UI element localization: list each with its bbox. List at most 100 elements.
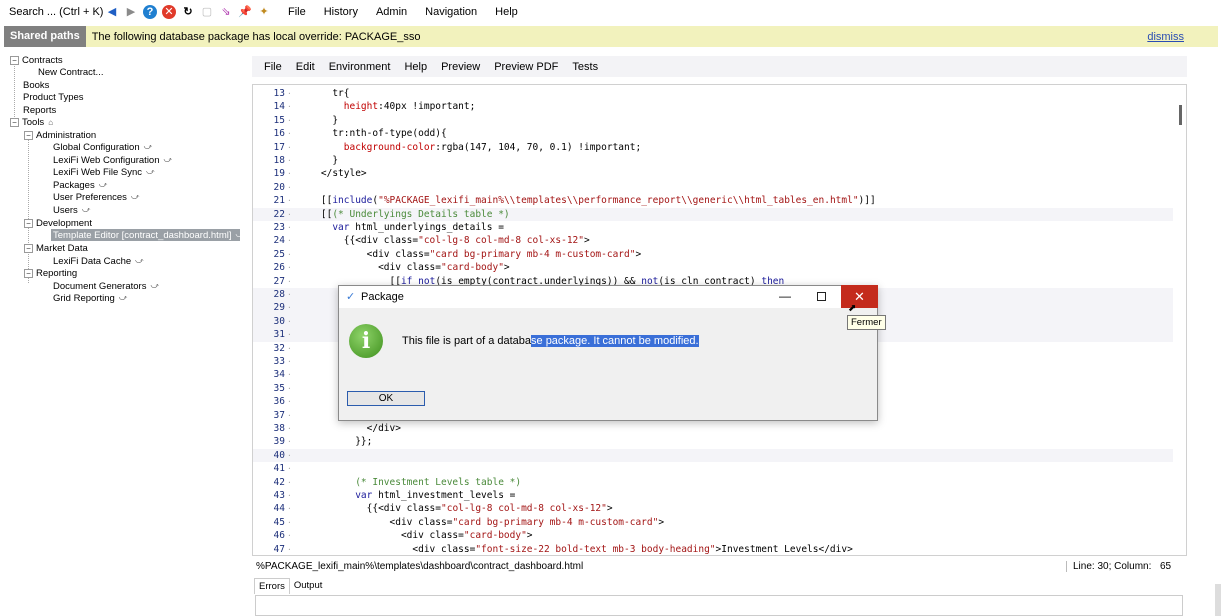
code-line[interactable]: 40 · xyxy=(253,448,1173,463)
code-line[interactable]: 22 · [[(* Underlyings Details table *) xyxy=(253,207,1173,221)
collapse-icon[interactable]: − xyxy=(24,130,33,140)
tree-document-generators[interactable]: Document Generators ⤻ xyxy=(53,280,159,292)
import-icon[interactable]: ⇘ xyxy=(219,5,233,19)
tree-books[interactable]: Books xyxy=(23,79,49,91)
pin-icon[interactable]: ⤻ xyxy=(99,180,108,190)
editor-menu-help[interactable]: Help xyxy=(404,61,427,73)
tree-reporting[interactable]: − Reporting xyxy=(24,267,77,279)
code-line[interactable]: 23 · var html_underlyings_details = xyxy=(253,221,1173,234)
pin-icon[interactable]: ⤻ xyxy=(235,230,244,240)
maximize-button[interactable] xyxy=(817,292,826,301)
code-line[interactable]: 15 · } xyxy=(253,114,1173,127)
tree-user-preferences[interactable]: User Preferences ⤻ xyxy=(53,191,139,203)
window-scrollbar[interactable] xyxy=(1215,584,1221,616)
ok-button[interactable]: OK xyxy=(347,391,425,406)
code-line[interactable]: 38 · </div> xyxy=(253,422,1173,435)
tree-users[interactable]: Users ⤻ xyxy=(53,204,90,216)
wand-icon[interactable]: ✦ xyxy=(257,5,271,19)
message-text: This file is part of a databa xyxy=(402,335,532,347)
code-line[interactable]: 19 · </style> xyxy=(253,167,1173,180)
collapse-icon[interactable]: − xyxy=(24,218,33,228)
line-number: 26 xyxy=(273,262,285,274)
pin-icon[interactable]: ⤻ xyxy=(144,142,153,152)
line-number: 23 xyxy=(273,222,285,233)
dismiss-link[interactable]: dismiss xyxy=(1147,31,1184,43)
code-line[interactable]: 18 · } xyxy=(253,154,1173,167)
tree-global-config[interactable]: Global Configuration ⤻ xyxy=(53,141,152,153)
collapse-icon[interactable]: − xyxy=(24,243,33,253)
code-line[interactable]: 26 · <div class="card-body"> xyxy=(253,261,1173,274)
code-line[interactable]: 42 · (* Investment Levels table *) xyxy=(253,476,1173,489)
refresh-icon[interactable]: ↻ xyxy=(181,5,195,19)
code-line[interactable]: 21 · [[include("%PACKAGE_lexifi_main%\\te… xyxy=(253,194,1173,207)
tab-errors[interactable]: Errors xyxy=(254,578,290,594)
editor-menu-file[interactable]: File xyxy=(264,61,282,73)
dialog-titlebar[interactable]: ✓ Package — ✕ xyxy=(339,285,878,308)
tree-contracts[interactable]: − Contracts xyxy=(10,54,63,66)
code-line[interactable]: 20 · xyxy=(253,181,1173,194)
pin-icon[interactable]: ⤻ xyxy=(135,256,144,266)
tree-label: Contracts xyxy=(22,54,63,66)
menu-navigation[interactable]: Navigation xyxy=(425,6,477,18)
tree-lexifi-web-config[interactable]: LexiFi Web Configuration ⤻ xyxy=(53,154,172,166)
code-line[interactable]: 44 · {{<div class="col-lg-8 col-md-8 col-… xyxy=(253,502,1173,515)
code-line[interactable]: 41 · xyxy=(253,462,1173,475)
tree-grid-reporting[interactable]: Grid Reporting ⤻ xyxy=(53,292,127,304)
code-line[interactable]: 14 · height:40px !important; xyxy=(253,100,1173,113)
editor-menu-preview[interactable]: Preview xyxy=(441,61,480,73)
editor-scrollbar[interactable] xyxy=(1179,105,1182,125)
pin-icon[interactable]: 📌 xyxy=(238,5,252,19)
pin-icon[interactable]: ⤻ xyxy=(150,281,159,291)
editor-menu-tests[interactable]: Tests xyxy=(572,61,598,73)
blank-page-icon[interactable]: ▢ xyxy=(200,5,214,19)
code-line[interactable]: 25 · <div class="card bg-primary mb-4 m-c… xyxy=(253,248,1173,261)
tree-label: Packages xyxy=(53,179,95,191)
code-line[interactable]: 45 · <div class="card bg-primary mb-4 m-c… xyxy=(253,516,1173,529)
tree-lexifi-data-cache[interactable]: LexiFi Data Cache ⤻ xyxy=(53,255,144,267)
code-line[interactable]: 24 · {{<div class="col-lg-8 col-md-8 col-… xyxy=(253,234,1173,247)
line-number: 27 xyxy=(273,275,285,287)
tree-administration[interactable]: − Administration xyxy=(24,129,96,141)
code-line[interactable]: 39 · }}; xyxy=(253,435,1173,448)
code-line[interactable]: 46 · <div class="card-body"> xyxy=(253,529,1173,542)
tree-market-data[interactable]: − Market Data xyxy=(24,242,88,254)
menu-file[interactable]: File xyxy=(288,6,306,18)
back-arrow-icon[interactable]: ◀ xyxy=(105,5,119,19)
code-line[interactable]: 16 · tr:nth-of-type(odd){ xyxy=(253,127,1173,140)
bottom-tabs: Errors Output xyxy=(254,578,326,594)
menu-admin[interactable]: Admin xyxy=(376,6,407,18)
pin-icon[interactable]: ⤻ xyxy=(82,205,91,215)
code-line[interactable]: 43 · var html_investment_levels = xyxy=(253,489,1173,502)
editor-menu-preview-pdf[interactable]: Preview PDF xyxy=(494,61,558,73)
close-button[interactable]: ✕ xyxy=(841,285,878,308)
tree-template-editor[interactable]: Template Editor [contract_dashboard.html… xyxy=(51,229,244,241)
editor-menu-environment[interactable]: Environment xyxy=(329,61,391,73)
tree-new-contract[interactable]: New Contract... xyxy=(38,66,103,78)
collapse-icon[interactable]: − xyxy=(10,55,19,65)
menu-history[interactable]: History xyxy=(324,6,358,18)
tree-reports[interactable]: Reports xyxy=(23,104,56,116)
search-box[interactable]: Search ... (Ctrl + K) xyxy=(9,6,105,18)
minimize-button[interactable]: — xyxy=(779,289,791,303)
pin-icon[interactable]: ⤻ xyxy=(164,155,173,165)
editor-menu-edit[interactable]: Edit xyxy=(296,61,315,73)
tree-lexifi-web-sync[interactable]: LexiFi Web File Sync ⤻ xyxy=(53,166,155,178)
tree-packages[interactable]: Packages ⤻ xyxy=(53,179,107,191)
code-line[interactable]: 47 · <div class="font-size-22 bold-text m… xyxy=(253,543,1173,555)
pin-icon[interactable]: ⤻ xyxy=(119,293,128,303)
fold-marker: · xyxy=(287,544,292,554)
help-icon[interactable]: ? xyxy=(143,5,157,19)
tree-development[interactable]: − Development xyxy=(24,217,92,229)
tree-tools[interactable]: − Tools ⌂ xyxy=(10,116,53,128)
collapse-icon[interactable]: − xyxy=(24,268,33,278)
menu-help[interactable]: Help xyxy=(495,6,518,18)
pin-icon[interactable]: ⤻ xyxy=(131,192,140,202)
forward-arrow-icon[interactable]: ▶ xyxy=(124,5,138,19)
code-line[interactable]: 17 · background-color:rgba(147, 104, 70, … xyxy=(253,141,1173,154)
tab-output[interactable]: Output xyxy=(290,578,327,594)
tree-product-types[interactable]: Product Types xyxy=(23,91,84,103)
code-line[interactable]: 13 · tr{ xyxy=(253,87,1173,100)
collapse-icon[interactable]: − xyxy=(10,117,19,127)
stop-icon[interactable]: ✕ xyxy=(162,5,176,19)
pin-icon[interactable]: ⤻ xyxy=(146,167,155,177)
